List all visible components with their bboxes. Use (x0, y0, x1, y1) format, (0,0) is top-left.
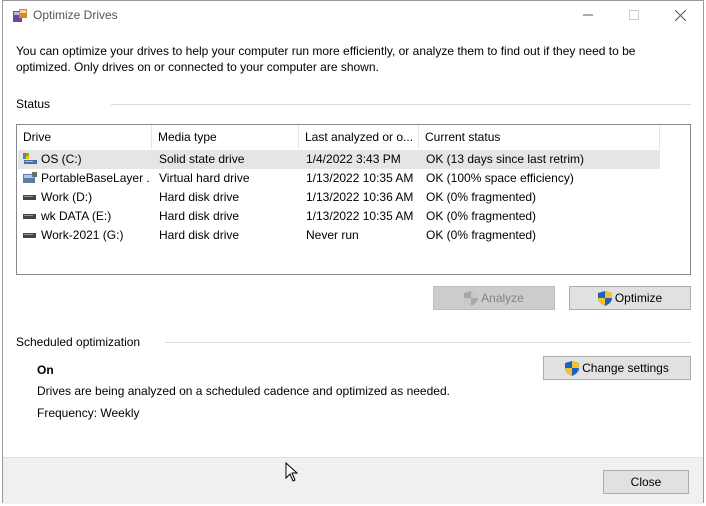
current-status: OK (0% fragmented) (426, 209, 537, 223)
analyze-label: Analyze (481, 291, 524, 305)
defrag-app-icon (13, 9, 27, 22)
optimize-button[interactable]: Optimize (569, 286, 691, 310)
last-analyzed: Never run (306, 228, 359, 242)
list-header: Drive Media type Last analyzed or o... C… (17, 125, 690, 149)
current-status: OK (100% space efficiency) (426, 171, 574, 185)
drive-name: Work-2021 (G:) (41, 228, 124, 242)
optimize-label: Optimize (614, 291, 663, 305)
title-bar[interactable]: Optimize Drives (3, 1, 703, 29)
analyze-button: Analyze (433, 286, 555, 310)
drive-name: OS (C:) (41, 152, 82, 166)
change-settings-label: Change settings (582, 361, 669, 375)
status-group-label: Status (16, 97, 51, 111)
media-type: Virtual hard drive (159, 171, 250, 185)
drive-row-wk-data-e[interactable]: wk DATA (E:) Hard disk drive 1/13/2022 1… (18, 207, 660, 226)
media-type: Hard disk drive (159, 228, 240, 242)
hard-disk-icon (23, 214, 36, 219)
dialog-footer: Close (3, 457, 703, 504)
change-settings-button[interactable]: Change settings (543, 356, 691, 380)
uac-shield-icon (565, 360, 580, 376)
drive-row-work-2021-g[interactable]: Work-2021 (G:) Hard disk drive Never run… (18, 226, 660, 245)
mouse-cursor-icon (285, 462, 299, 482)
close-icon (674, 9, 686, 21)
uac-shield-icon (597, 290, 612, 306)
virtual-drive-icon (23, 172, 37, 183)
description-text: You can optimize your drives to help you… (16, 44, 636, 74)
last-analyzed: 1/4/2022 3:43 PM (306, 152, 401, 166)
drives-list[interactable]: Drive Media type Last analyzed or o... C… (16, 124, 691, 275)
media-type: Solid state drive (159, 152, 245, 166)
scheduled-group-label: Scheduled optimization (16, 335, 141, 349)
current-status: OK (0% fragmented) (426, 228, 537, 242)
os-drive-icon (23, 153, 37, 164)
close-button[interactable]: Close (603, 470, 689, 494)
uac-shield-icon (464, 290, 479, 306)
column-header-last-analyzed[interactable]: Last analyzed or o... (299, 125, 419, 149)
current-status: OK (0% fragmented) (426, 190, 537, 204)
column-header-drive[interactable]: Drive (17, 125, 152, 149)
schedule-description: Drives are being analyzed on a scheduled… (37, 384, 450, 398)
column-header-media-type[interactable]: Media type (152, 125, 299, 149)
drive-row-portable-base-layer[interactable]: PortableBaseLayer ... Virtual hard drive… (18, 169, 660, 188)
media-type: Hard disk drive (159, 209, 240, 223)
minimize-icon (583, 14, 593, 16)
drive-row-os-c[interactable]: OS (C:) Solid state drive 1/4/2022 3:43 … (18, 150, 660, 169)
drive-name: Work (D:) (41, 190, 93, 204)
drive-row-work-d[interactable]: Work (D:) Hard disk drive 1/13/2022 10:3… (18, 188, 660, 207)
optimize-drives-window: Optimize Drives You can optimize your dr… (2, 0, 704, 504)
close-label: Close (630, 475, 662, 489)
hard-disk-icon (23, 195, 36, 200)
close-window-button[interactable] (657, 1, 703, 29)
window-title: Optimize Drives (33, 8, 118, 22)
drive-name: wk DATA (E:) (41, 209, 112, 223)
maximize-icon (629, 10, 639, 20)
last-analyzed: 1/13/2022 10:35 AM (306, 209, 414, 223)
status-divider (111, 104, 691, 105)
schedule-frequency: Frequency: Weekly (37, 406, 140, 420)
scheduled-divider (165, 342, 691, 343)
last-analyzed: 1/13/2022 10:35 AM (306, 171, 414, 185)
maximize-button (611, 1, 657, 29)
drive-name: PortableBaseLayer ... (41, 171, 151, 185)
minimize-button[interactable] (565, 1, 611, 29)
schedule-state: On (37, 363, 54, 377)
media-type: Hard disk drive (159, 190, 240, 204)
column-header-current-status[interactable]: Current status (419, 125, 660, 149)
last-analyzed: 1/13/2022 10:36 AM (306, 190, 414, 204)
current-status: OK (13 days since last retrim) (426, 152, 585, 166)
hard-disk-icon (23, 233, 36, 238)
